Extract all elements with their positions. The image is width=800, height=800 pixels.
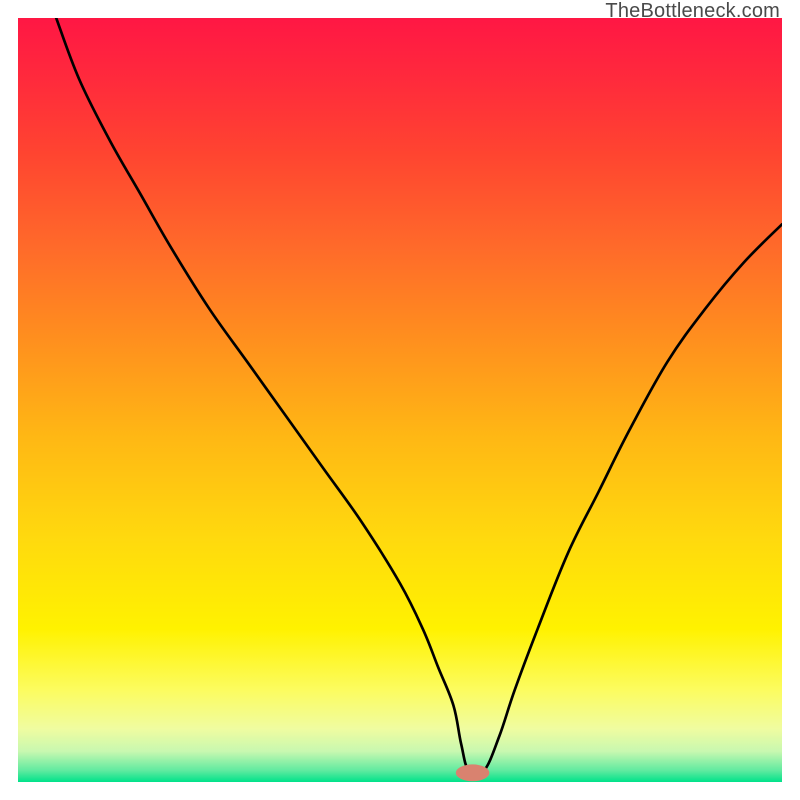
chart-svg [18,18,782,782]
optimal-marker [456,764,490,781]
gradient-background [18,18,782,782]
watermark-text: TheBottleneck.com [605,0,780,23]
chart-container: TheBottleneck.com [0,0,800,800]
plot-area [18,18,782,782]
